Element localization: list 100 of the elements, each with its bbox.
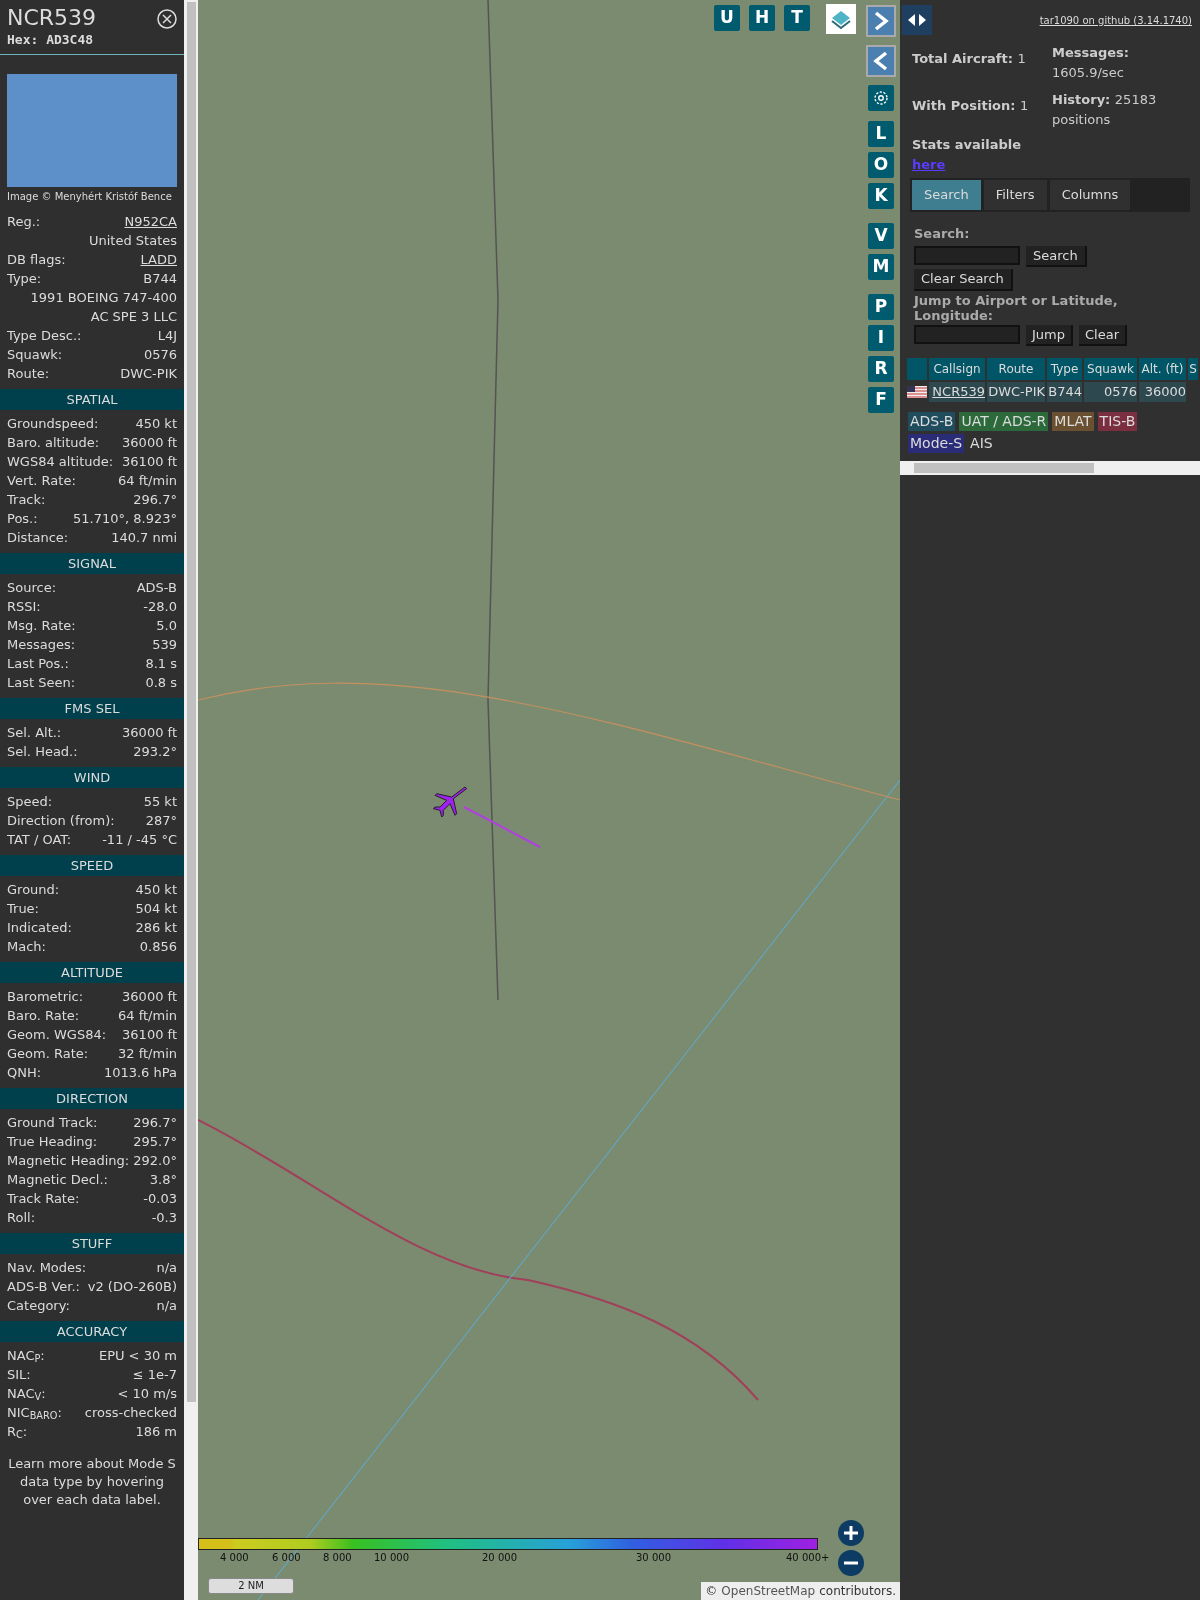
field-label: ADS-B Ver.: bbox=[7, 1277, 80, 1296]
field-label: Ground: bbox=[7, 880, 60, 899]
close-icon[interactable] bbox=[157, 9, 177, 29]
field-label: Speed: bbox=[7, 792, 53, 811]
openstreetmap-link[interactable]: OpenStreetMap bbox=[721, 1582, 816, 1600]
column-header[interactable]: S bbox=[1188, 358, 1198, 380]
field-label: Mach: bbox=[7, 937, 46, 956]
field-value: ≤ 1e-7 bbox=[132, 1365, 177, 1384]
stat-text: Messages: 1605.9/sec bbox=[1052, 44, 1131, 82]
expand-button[interactable] bbox=[866, 5, 896, 37]
field-label: QNH: bbox=[7, 1063, 42, 1082]
section-header: STUFF bbox=[0, 1232, 184, 1254]
table-cell: 36000 bbox=[1139, 382, 1186, 402]
clear-search-button[interactable]: Clear Search bbox=[914, 269, 1013, 291]
field-link[interactable]: LADD bbox=[140, 249, 177, 269]
horizontal-scrollbar[interactable] bbox=[900, 461, 1200, 475]
map-button[interactable]: U bbox=[714, 5, 740, 31]
plus-icon bbox=[843, 1525, 859, 1541]
stat-text: History: 25183 positions bbox=[1052, 91, 1158, 129]
field-label: WGS84 altitude: bbox=[7, 452, 114, 471]
arrows-icon bbox=[906, 13, 928, 27]
field-label: Sel. Head.: bbox=[7, 742, 78, 761]
field-label: TAT / OAT: bbox=[7, 830, 72, 849]
jump-button[interactable]: Jump bbox=[1026, 324, 1073, 346]
source-tag: MLAT bbox=[1052, 412, 1094, 431]
field-label: SIL: bbox=[7, 1365, 31, 1384]
panel-toggle-button[interactable] bbox=[902, 5, 932, 35]
chevron-left-icon bbox=[873, 51, 889, 71]
field-value: 55 kt bbox=[143, 792, 177, 811]
field-value: 0576 bbox=[143, 345, 177, 364]
field-value: 51.710°, 8.923° bbox=[73, 509, 177, 528]
map-button[interactable]: O bbox=[868, 152, 894, 178]
collapse-button[interactable] bbox=[866, 45, 896, 77]
scrollbar[interactable] bbox=[184, 0, 198, 1600]
map-button[interactable]: F bbox=[868, 387, 894, 413]
field-value: -0.3 bbox=[151, 1208, 177, 1227]
zoom-out-button[interactable] bbox=[838, 1550, 864, 1576]
field-value: -0.03 bbox=[143, 1189, 177, 1208]
map-button[interactable]: K bbox=[868, 183, 894, 209]
search-input[interactable] bbox=[914, 245, 1020, 265]
field-label: Last Seen: bbox=[7, 673, 76, 692]
field-value: 450 kt bbox=[135, 880, 177, 899]
field-label: True Heading: bbox=[7, 1132, 98, 1151]
column-header[interactable]: Squawk bbox=[1084, 358, 1137, 380]
field-value: cross-checked bbox=[84, 1403, 177, 1422]
zoom-in-button[interactable] bbox=[838, 1520, 864, 1546]
field-value: n/a bbox=[156, 1258, 177, 1277]
map-button[interactable]: R bbox=[868, 356, 894, 382]
field-label: Barometric: bbox=[7, 987, 84, 1006]
section-header: ACCURACY bbox=[0, 1320, 184, 1342]
legend-label: 30 000 bbox=[636, 1551, 671, 1565]
column-header[interactable]: Alt. (ft) bbox=[1139, 358, 1186, 380]
map-button[interactable]: T bbox=[784, 5, 810, 31]
tab[interactable]: Columns bbox=[1049, 180, 1131, 210]
map-button[interactable]: M bbox=[868, 254, 894, 280]
table-cell: DWC-PIK bbox=[987, 382, 1045, 402]
jump-label: Jump to Airport or Latitude, Longitude: bbox=[914, 292, 1119, 323]
field-label: Category: bbox=[7, 1296, 70, 1315]
field-value: 36100 ft bbox=[122, 1025, 177, 1044]
field-label: Sel. Alt.: bbox=[7, 723, 62, 742]
field-value: 296.7° bbox=[133, 1113, 177, 1132]
field-link[interactable]: N952CA bbox=[124, 211, 177, 231]
clear-button[interactable]: Clear bbox=[1079, 324, 1127, 346]
search-button[interactable]: Search bbox=[1026, 245, 1087, 267]
settings-button[interactable] bbox=[868, 85, 894, 111]
field-value: 186 m bbox=[135, 1422, 177, 1441]
callsign-link[interactable]: NCR539 bbox=[929, 382, 985, 402]
layers-icon bbox=[830, 8, 852, 30]
field-value: 1991 BOEING 747-400 bbox=[30, 288, 177, 307]
jump-input[interactable] bbox=[914, 324, 1020, 344]
field-value: DWC-PIK bbox=[120, 364, 177, 383]
copyright-sign: © bbox=[705, 1583, 718, 1600]
callsign-title: NCR539 bbox=[7, 5, 97, 30]
tab[interactable]: Filters bbox=[983, 180, 1047, 210]
layers-button[interactable] bbox=[826, 4, 856, 34]
field-value: 450 kt bbox=[135, 414, 177, 433]
chevron-right-icon bbox=[873, 11, 889, 31]
github-link[interactable]: tar1090 on github (3.14.1740) bbox=[1039, 13, 1192, 28]
map-button[interactable]: L bbox=[868, 121, 894, 147]
column-header[interactable]: Type bbox=[1047, 358, 1082, 380]
map-button[interactable]: H bbox=[749, 5, 775, 31]
field-label: Ground Track: bbox=[7, 1113, 98, 1132]
section-header: DIRECTION bbox=[0, 1087, 184, 1109]
column-header[interactable]: Route bbox=[987, 358, 1045, 380]
field-label: Magnetic Decl.: bbox=[7, 1170, 108, 1189]
field-value: 295.7° bbox=[133, 1132, 177, 1151]
field-label: True: bbox=[7, 899, 39, 918]
field-label: Route: bbox=[7, 364, 50, 383]
legend-label: 4 000 bbox=[220, 1551, 249, 1565]
field-label: RSSI: bbox=[7, 597, 41, 616]
map-button[interactable]: V bbox=[868, 223, 894, 249]
attribution-text: contributors. bbox=[819, 1583, 896, 1600]
column-header[interactable]: Callsign bbox=[929, 358, 985, 380]
map-button[interactable]: P bbox=[868, 294, 894, 320]
field-label: Track Rate: bbox=[7, 1189, 80, 1208]
field-label: Source: bbox=[7, 578, 57, 597]
map-button[interactable]: I bbox=[868, 325, 894, 351]
field-value: 64 ft/min bbox=[118, 1006, 177, 1025]
source-tag: ADS-B bbox=[908, 412, 956, 431]
section-header: SPEED bbox=[0, 854, 184, 876]
